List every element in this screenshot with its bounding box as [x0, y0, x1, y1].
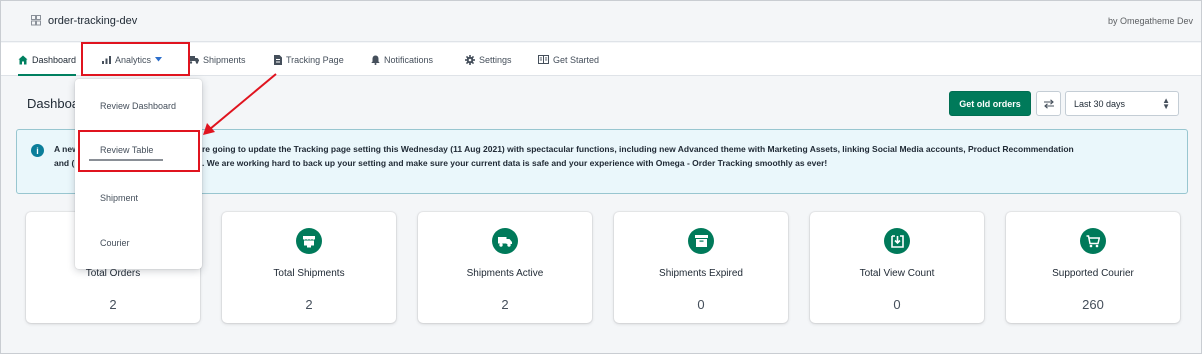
date-range-select[interactable]: Last 30 days ▲ ▼ — [1065, 91, 1179, 116]
stat-value: 2 — [109, 297, 117, 312]
stat-value: 0 — [893, 297, 901, 312]
banner-line1-right: re going to update the Tracking page set… — [202, 144, 1074, 154]
bell-icon — [371, 55, 380, 65]
app-bar: order-tracking-dev by Omegatheme Dev — [1, 1, 1201, 42]
swap-button[interactable] — [1036, 91, 1061, 116]
nav-notifications-label: Notifications — [384, 54, 434, 65]
stat-label: Total Shipments — [273, 268, 345, 279]
stat-card-supported-courier: Supported Courier 260 — [1006, 212, 1180, 323]
nav-dashboard-label: Dashboard — [32, 54, 77, 65]
stat-card-total-shipments: Total Shipments 2 — [222, 212, 396, 323]
nav-settings-label: Settings — [479, 54, 512, 65]
select-caret-icon: ▲ ▼ — [1162, 96, 1170, 111]
banner-line2-left: and ( — [54, 158, 75, 168]
nav-settings[interactable]: Settings — [465, 43, 512, 76]
developer-credit: by Omegatheme Dev — [1107, 16, 1193, 26]
nav-tracking-page-label: Tracking Page — [286, 54, 344, 65]
date-range-value: Last 30 days — [1074, 98, 1126, 109]
home-icon — [18, 55, 28, 64]
stat-label: Shipments Expired — [659, 268, 743, 279]
stat-label: Shipments Active — [466, 268, 544, 279]
menu-item-courier[interactable]: Courier — [100, 238, 130, 248]
banner-line2-right: . We are working hard to back up your se… — [202, 158, 828, 168]
truck-icon — [189, 56, 199, 64]
nav-shipments[interactable]: Shipments — [189, 43, 246, 76]
highlight-review-table — [78, 130, 200, 172]
stat-value: 0 — [697, 297, 705, 312]
nav-tracking-page[interactable]: Tracking Page — [274, 43, 344, 76]
stat-value: 2 — [501, 297, 509, 312]
app-title: order-tracking-dev — [48, 15, 138, 27]
nav-notifications[interactable]: Notifications — [371, 43, 433, 76]
stat-label: Supported Courier — [1052, 268, 1134, 279]
page-title: Dashboa — [27, 96, 80, 111]
stat-value: 2 — [305, 297, 313, 312]
file-icon — [274, 54, 282, 65]
app-icon — [31, 15, 41, 26]
stat-value: 260 — [1082, 297, 1104, 312]
cart-icon — [1080, 228, 1106, 254]
archive-icon — [688, 228, 714, 254]
menu-item-shipment[interactable]: Shipment — [100, 193, 138, 203]
swap-arrows-icon — [1043, 98, 1054, 109]
nav-shipments-label: Shipments — [203, 54, 246, 65]
analytics-dropdown-menu: Review Dashboard Review Table Shipment C… — [75, 79, 202, 269]
nav-dashboard[interactable]: Dashboard — [18, 43, 77, 76]
book-icon — [538, 55, 549, 64]
gear-icon — [465, 54, 475, 65]
stat-card-shipments-active: Shipments Active 2 — [418, 212, 592, 323]
stat-card-shipments-expired: Shipments Expired 0 — [614, 212, 788, 323]
stat-label: Total Orders — [85, 268, 141, 279]
store-icon — [296, 228, 322, 254]
stat-card-total-view-count: Total View Count 0 — [810, 212, 984, 323]
truck-icon — [492, 228, 518, 254]
highlight-analytics — [81, 42, 190, 76]
info-icon: i — [31, 144, 44, 157]
download-box-icon — [884, 228, 910, 254]
stat-label: Total View Count — [859, 268, 935, 279]
nav-get-started[interactable]: Get Started — [538, 43, 599, 76]
get-old-orders-button[interactable]: Get old orders — [949, 91, 1031, 116]
nav-get-started-label: Get Started — [553, 54, 600, 65]
menu-item-review-dashboard[interactable]: Review Dashboard — [100, 101, 176, 111]
